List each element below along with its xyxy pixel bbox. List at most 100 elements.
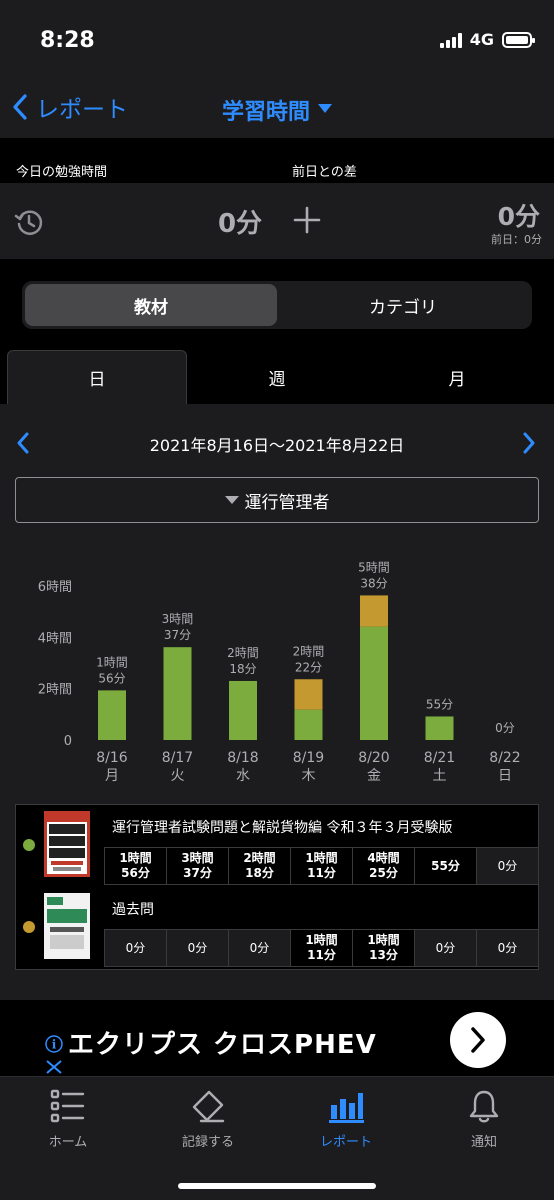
bar-segment [163, 647, 192, 740]
home-indicator [178, 1183, 376, 1189]
diff-value: 0分 [497, 202, 540, 231]
material-color-dot [23, 921, 35, 933]
tab-record[interactable]: 記録する [158, 1087, 258, 1150]
material-day-cell: 0分 [228, 929, 290, 967]
report-panel: 2021年8月16日〜2021年8月22日 運行管理者 0 2時間 4時間 6時間 1時… [0, 404, 554, 1000]
bar-segment [360, 595, 388, 627]
tab-week[interactable]: 週 [187, 350, 367, 404]
x-tick-label: 8/17 [162, 750, 193, 766]
page-title-dropdown[interactable]: 学習時間 [0, 94, 554, 126]
x-weekday-label: 月 [105, 768, 119, 784]
ad-info-icon[interactable]: i [44, 1034, 64, 1074]
segmented-control: 教材 カテゴリ [22, 281, 532, 329]
x-tick-label: 8/16 [96, 750, 128, 766]
tab-notify-label: 通知 [470, 1135, 497, 1150]
material-day-cell: 1時間 56分 [104, 847, 166, 885]
materials-table: 運行管理者試験問題と解説貨物編 令和３年３月受験版 1時間 56分 3時間 37分 2時間… [15, 804, 539, 970]
date-range-row: 2021年8月16日〜2021年8月22日 [0, 428, 554, 458]
y-tick-label: 4時間 [38, 631, 72, 646]
y-tick-label: 2時間 [38, 683, 72, 698]
caret-down-icon [224, 496, 239, 504]
ad-open-button[interactable] [450, 1012, 506, 1068]
bar-total-label: 55分 [426, 697, 453, 711]
bar-chart-icon [329, 1093, 364, 1123]
material-day-cell: 1時間 11分 [290, 847, 352, 885]
list-icon [50, 1089, 85, 1123]
x-tick-label: 8/19 [293, 750, 324, 766]
period-tabs: 日 週 月 [0, 350, 554, 404]
bar-total-label: 0分 [495, 721, 515, 735]
eraser-icon [192, 1090, 225, 1123]
plus-icon[interactable] [292, 205, 322, 235]
previous-day-value: 前日：0分 [491, 233, 542, 246]
history-clock-icon[interactable] [14, 207, 44, 237]
material-color-dot [23, 839, 35, 851]
material-day-cell: 2時間 18分 [228, 847, 290, 885]
battery-icon [502, 31, 535, 48]
tab-day[interactable]: 日 [7, 350, 187, 404]
tab-home-label: ホーム [48, 1135, 88, 1150]
material-daily-cells: 0分 0分 0分 1時間 11分 1時間 13分 0分 0分 [104, 929, 538, 967]
segment-materials[interactable]: 教材 [25, 284, 277, 326]
summary-labels: 今日の勉強時間 前日との差 [0, 152, 554, 182]
category-filter-dropdown[interactable]: 運行管理者 [15, 477, 539, 523]
svg-text:i: i [52, 1038, 57, 1052]
bell-icon [469, 1090, 499, 1123]
caret-down-icon [318, 104, 332, 113]
y-tick-label: 6時間 [38, 580, 72, 595]
page-title: 学習時間 [221, 100, 310, 125]
material-day-cell: 55分 [414, 847, 476, 885]
material-day-cell: 4時間 25分 [352, 847, 414, 885]
material-day-cell: 0分 [476, 847, 538, 885]
x-weekday-label: 金 [367, 768, 381, 784]
material-daily-cells: 1時間 56分 3時間 37分 2時間 18分 1時間 11分 4時間 25分 55分 0分 [104, 847, 538, 885]
diff-label: 前日との差 [292, 165, 357, 180]
bar-segment [229, 680, 257, 740]
material-thumbnail [44, 893, 90, 959]
bar-total-label: 3時間 [162, 612, 194, 626]
material-row[interactable]: 過去問 0分 0分 0分 1時間 11分 1時間 13分 0分 0分 [16, 887, 538, 969]
bar-total-label: 38分 [360, 576, 387, 590]
bar-total-label: 5時間 [358, 560, 390, 574]
material-day-cell: 0分 [104, 929, 166, 967]
x-weekday-label: 土 [433, 768, 447, 784]
x-weekday-label: 日 [498, 768, 512, 784]
bottom-tab-bar: ホーム 記録する レポート 通知 [0, 1076, 554, 1200]
chevron-right-icon [471, 1027, 485, 1053]
bar-total-label: 1時間 [96, 655, 128, 669]
ad-text: エクリプス クロスPHEV [68, 1030, 377, 1060]
network-type: 4G [469, 30, 494, 49]
bar-total-label: 2時間 [293, 644, 325, 658]
x-tick-label: 8/20 [358, 750, 389, 766]
material-day-cell: 0分 [166, 929, 228, 967]
material-row[interactable]: 運行管理者試験問題と解説貨物編 令和３年３月受験版 1時間 56分 3時間 37分 2時間… [16, 805, 538, 887]
tab-record-label: 記録する [181, 1135, 234, 1150]
bar-segment [98, 690, 126, 740]
ad-banner[interactable]: i エクリプス クロスPHEV [40, 1004, 514, 1076]
segment-category[interactable]: カテゴリ [277, 284, 529, 326]
tab-report-label: レポート [319, 1135, 372, 1150]
tab-notify[interactable]: 通知 [434, 1087, 534, 1150]
bar-total-label: 18分 [229, 662, 256, 676]
summary-row: 0分 0分 前日：0分 [0, 183, 554, 259]
tab-report[interactable]: レポート [296, 1087, 396, 1150]
material-day-cell: 0分 [476, 929, 538, 967]
tab-month[interactable]: 月 [367, 350, 547, 404]
bar-segment [425, 716, 454, 740]
material-title: 過去問 [112, 902, 154, 918]
filter-label: 運行管理者 [244, 492, 330, 513]
bar-total-label: 2時間 [227, 646, 259, 660]
tab-home[interactable]: ホーム [18, 1087, 118, 1150]
bar-segment [294, 679, 323, 710]
today-study-label: 今日の勉強時間 [16, 165, 108, 180]
nav-bar: レポート 学習時間 [0, 80, 554, 138]
status-indicators: 4G [439, 30, 535, 49]
x-tick-label: 8/22 [489, 750, 520, 766]
material-day-cell: 1時間 11分 [290, 929, 352, 967]
signal-icon [439, 32, 462, 48]
status-time: 8:28 [40, 28, 95, 53]
date-range: 2021年8月16日〜2021年8月22日 [149, 436, 405, 455]
chevron-right-icon[interactable] [522, 432, 536, 454]
bar-total-label: 37分 [164, 628, 191, 642]
x-tick-label: 8/18 [227, 750, 258, 766]
